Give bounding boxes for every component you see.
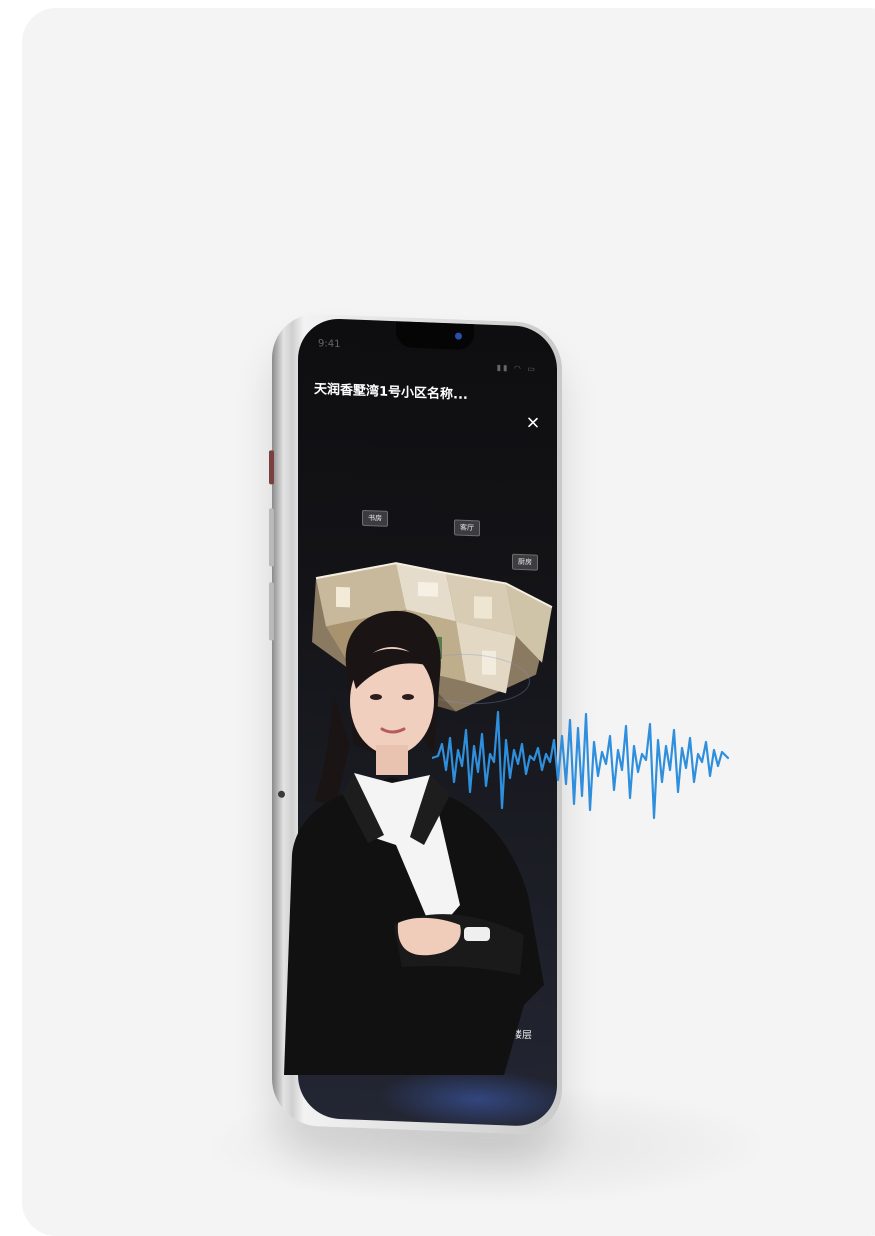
mute-switch (269, 450, 274, 485)
volume-down-button (269, 582, 274, 641)
voice-wave-icon (432, 710, 730, 820)
status-time: 9:41 (318, 338, 341, 351)
notch (396, 321, 474, 351)
virtual-agent-avatar (284, 610, 544, 1075)
page-title: 天润香墅湾1号小区名称... (314, 382, 468, 403)
camera-icon (455, 332, 462, 340)
close-icon[interactable] (525, 414, 541, 431)
volume-up-button (269, 508, 274, 567)
room-tag-study[interactable]: 书房 (362, 509, 388, 527)
room-tag-living[interactable]: 客厅 (454, 519, 480, 537)
status-icons: ▮▮ ◠ ▭ (496, 363, 537, 374)
